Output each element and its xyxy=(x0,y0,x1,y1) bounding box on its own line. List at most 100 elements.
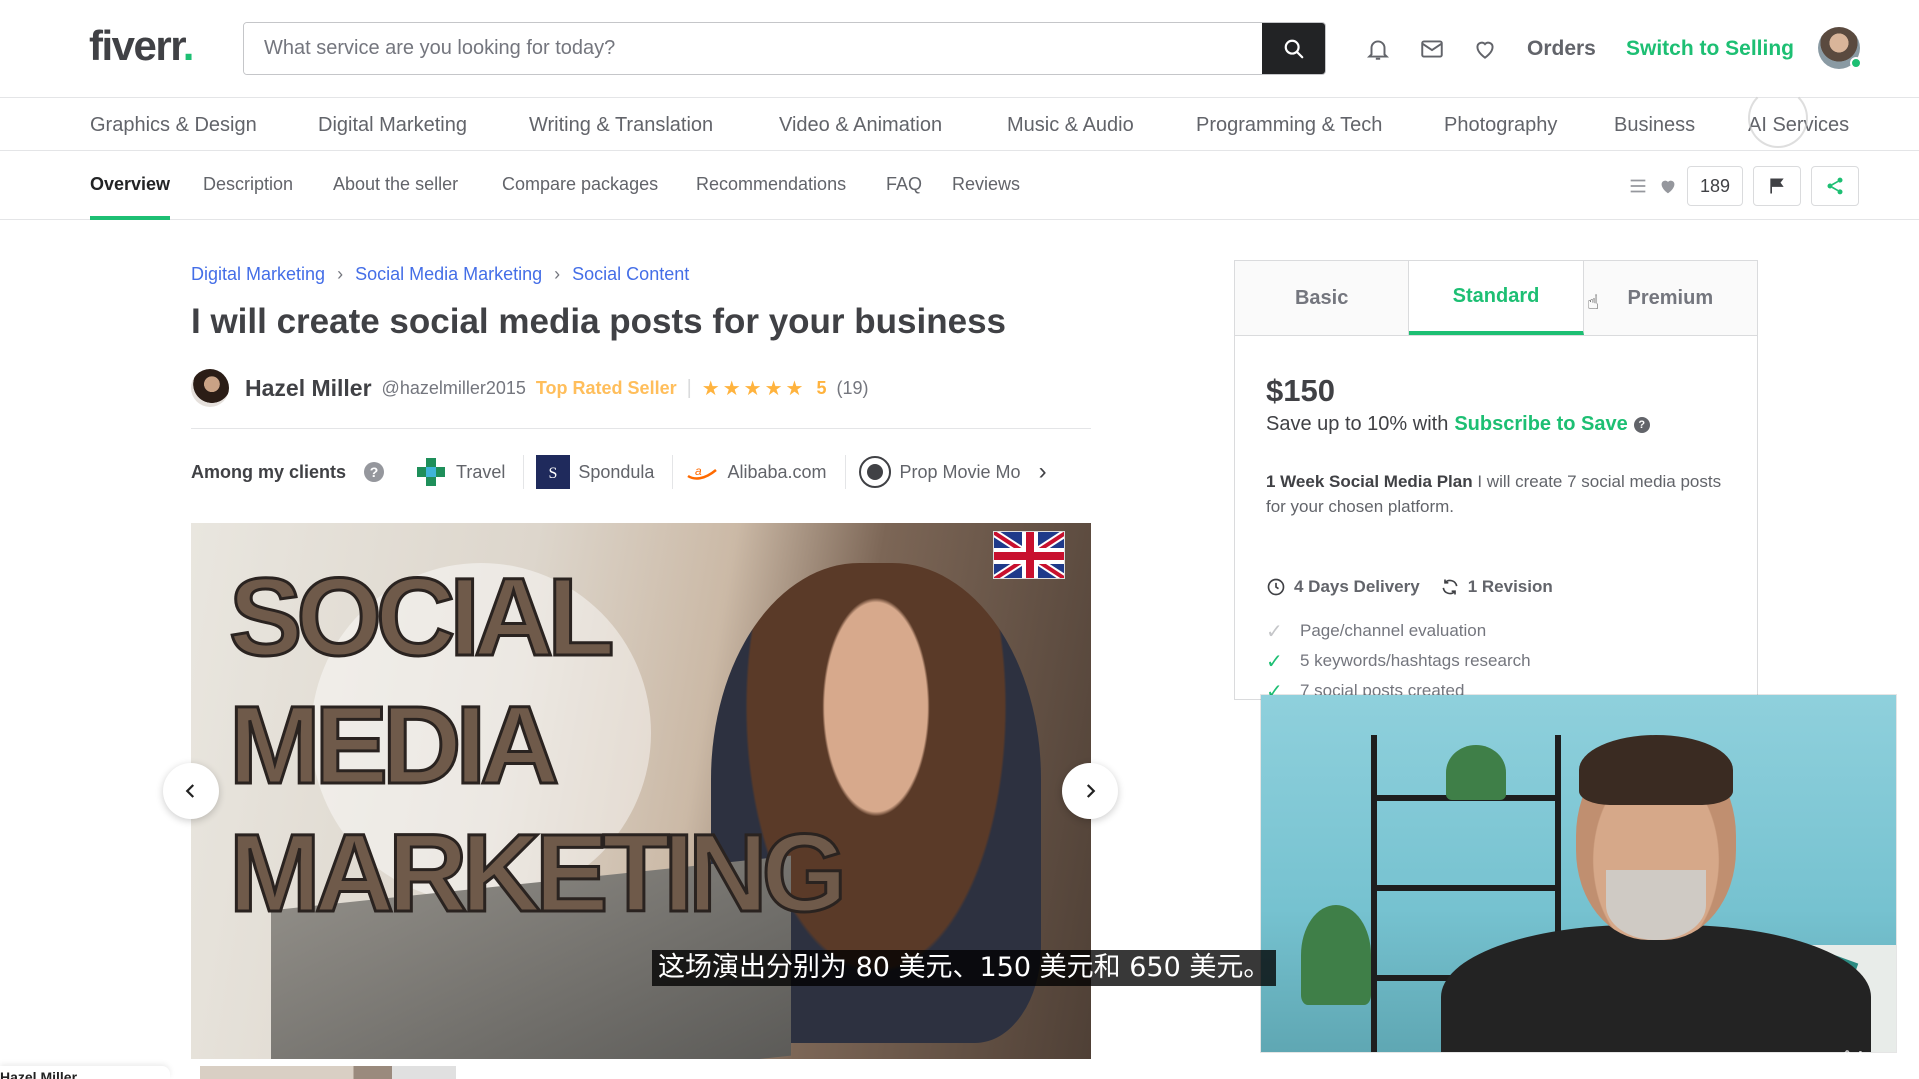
feature-item: ✓ 5 keywords/hashtags research xyxy=(1266,650,1531,673)
help-icon[interactable]: ? xyxy=(1633,416,1650,433)
delivery-time: 4 Days Delivery xyxy=(1266,577,1420,597)
revisions: 1 Revision xyxy=(1440,577,1553,597)
package-features: ✓ Page/channel evaluation ✓ 5 keywords/has… xyxy=(1266,616,1531,706)
prop-movie-logo-icon xyxy=(858,455,892,489)
heart-icon xyxy=(1476,41,1494,59)
plant xyxy=(1446,745,1506,800)
refresh-icon xyxy=(1442,579,1458,595)
gallery-prev-button[interactable] xyxy=(163,763,219,819)
heart-filled-icon xyxy=(1661,180,1675,194)
tab-reviews[interactable]: Reviews xyxy=(952,174,1020,220)
gallery-thumbnails[interactable] xyxy=(200,1066,456,1079)
gig-section-nav: Overview Description About the seller Co… xyxy=(0,152,1919,220)
category-digital-marketing[interactable]: Digital Marketing xyxy=(318,114,467,137)
package-panel: Basic Standard Premium $150 Save up to 1… xyxy=(1234,260,1758,703)
package-meta: 4 Days Delivery 1 Revision xyxy=(1266,577,1553,597)
tab-recommendations[interactable]: Recommendations xyxy=(696,174,846,220)
chevron-right-icon: › xyxy=(337,264,344,284)
package-price: $150 xyxy=(1266,373,1335,408)
bell-icon xyxy=(1366,40,1390,60)
loading-spinner xyxy=(1748,88,1808,148)
review-count[interactable]: (19) xyxy=(836,378,868,399)
client-travel[interactable]: Travel xyxy=(402,455,505,489)
rating-value: 5 xyxy=(816,377,827,398)
clients-strip: Among my clients ? Travel S Spondula a A… xyxy=(191,452,1047,492)
tab-compare-packages[interactable]: Compare packages xyxy=(502,174,658,220)
client-alibaba[interactable]: a Alibaba.com xyxy=(672,455,827,489)
instructor-beard xyxy=(1606,870,1706,940)
notifications-button[interactable] xyxy=(1363,34,1393,64)
seller-overview: Hazel Miller @hazelmiller2015 Top Rated … xyxy=(191,368,868,408)
svg-text:a: a xyxy=(695,464,702,478)
save-to-list[interactable]: 189 xyxy=(1627,166,1743,206)
tab-faq[interactable]: FAQ xyxy=(886,174,922,220)
likes-count: 189 xyxy=(1686,166,1743,206)
package-tab-basic[interactable]: Basic xyxy=(1235,261,1410,335)
tab-about-seller[interactable]: About the seller xyxy=(333,174,458,220)
chevron-right-icon[interactable]: › xyxy=(1039,458,1047,486)
search-icon xyxy=(1284,39,1303,58)
share-button[interactable] xyxy=(1811,166,1859,206)
udemy-watermark: ûdemy xyxy=(1842,1048,1897,1067)
gallery-headline-line1: SOCIAL xyxy=(228,556,617,679)
search-bar xyxy=(243,22,1326,75)
category-graphics-design[interactable]: Graphics & Design xyxy=(90,114,257,137)
report-button[interactable] xyxy=(1753,166,1801,206)
tab-overview[interactable]: Overview xyxy=(90,174,171,220)
chevron-right-icon: › xyxy=(554,264,561,284)
section-divider xyxy=(191,428,1091,429)
package-tab-standard[interactable]: Standard xyxy=(1409,261,1584,335)
client-prop-movie[interactable]: Prop Movie Mo xyxy=(844,455,1021,489)
subscribe-to-save-link[interactable]: Subscribe to Save xyxy=(1454,413,1627,436)
search-button[interactable] xyxy=(1262,23,1325,74)
check-icon: ✓ xyxy=(1266,650,1283,673)
breadcrumb-social-media-marketing[interactable]: Social Media Marketing xyxy=(355,264,542,285)
breadcrumb-digital-marketing[interactable]: Digital Marketing xyxy=(191,264,325,285)
help-icon[interactable]: ? xyxy=(364,462,385,482)
divider: | xyxy=(686,376,692,399)
fiverr-logo[interactable]: fiverr. xyxy=(89,22,194,70)
gig-actions: 189 xyxy=(1627,166,1859,206)
gallery-headline-line2: MEDIA xyxy=(227,684,560,807)
package-tab-premium[interactable]: Premium xyxy=(1583,261,1757,335)
travel-logo-icon xyxy=(414,455,448,489)
list-icon xyxy=(1630,179,1646,193)
tab-description[interactable]: Description xyxy=(203,174,293,220)
client-spondula[interactable]: S Spondula xyxy=(523,455,654,489)
user-avatar[interactable] xyxy=(1818,27,1862,69)
category-nav: Graphics & Design Digital Marketing Writ… xyxy=(0,99,1919,151)
gig-title: I will create social media posts for you… xyxy=(191,302,1006,341)
category-music-audio[interactable]: Music & Audio xyxy=(1007,114,1134,137)
sticky-seller-name: Hazel Miller xyxy=(0,1066,170,1079)
chevron-right-icon xyxy=(1086,784,1096,798)
switch-to-selling-link[interactable]: Switch to Selling xyxy=(1626,37,1794,61)
spondula-logo-icon: S xyxy=(536,455,571,489)
favorites-button[interactable] xyxy=(1470,34,1500,64)
category-writing-translation[interactable]: Writing & Translation xyxy=(529,114,713,137)
breadcrumb: Digital Marketing › Social Media Marketi… xyxy=(191,264,689,285)
seller-name[interactable]: Hazel Miller xyxy=(245,375,372,402)
seller-avatar[interactable] xyxy=(191,369,229,407)
online-indicator xyxy=(1850,57,1862,69)
alibaba-logo-icon: a xyxy=(685,455,719,489)
plant xyxy=(1301,905,1371,1005)
package-description: 1 Week Social Media Plan I will create 7… xyxy=(1266,472,1722,516)
mail-icon xyxy=(1421,40,1443,58)
gallery-next-button[interactable] xyxy=(1062,763,1118,819)
video-subtitle: 这场演出分别为 80 美元、150 美元和 650 美元。 xyxy=(652,950,1277,986)
seller-handle: @hazelmiller2015 xyxy=(381,377,526,398)
instructor-hair xyxy=(1579,735,1733,805)
orders-link[interactable]: Orders xyxy=(1527,37,1596,61)
category-programming-tech[interactable]: Programming & Tech xyxy=(1196,114,1382,137)
messages-button[interactable] xyxy=(1417,34,1447,64)
clients-label: Among my clients xyxy=(191,461,347,482)
search-input[interactable] xyxy=(244,23,1262,74)
gallery-headline-line3: MARKETING xyxy=(227,812,848,935)
subscribe-save-row: Save up to 10% with Subscribe to Save ? xyxy=(1266,413,1650,436)
category-video-animation[interactable]: Video & Animation xyxy=(779,114,942,137)
instructor-body xyxy=(1441,925,1871,1052)
category-photography[interactable]: Photography xyxy=(1444,114,1557,137)
breadcrumb-social-content[interactable]: Social Content xyxy=(572,264,689,285)
flag-icon xyxy=(1770,178,1784,194)
category-business[interactable]: Business xyxy=(1614,114,1695,137)
